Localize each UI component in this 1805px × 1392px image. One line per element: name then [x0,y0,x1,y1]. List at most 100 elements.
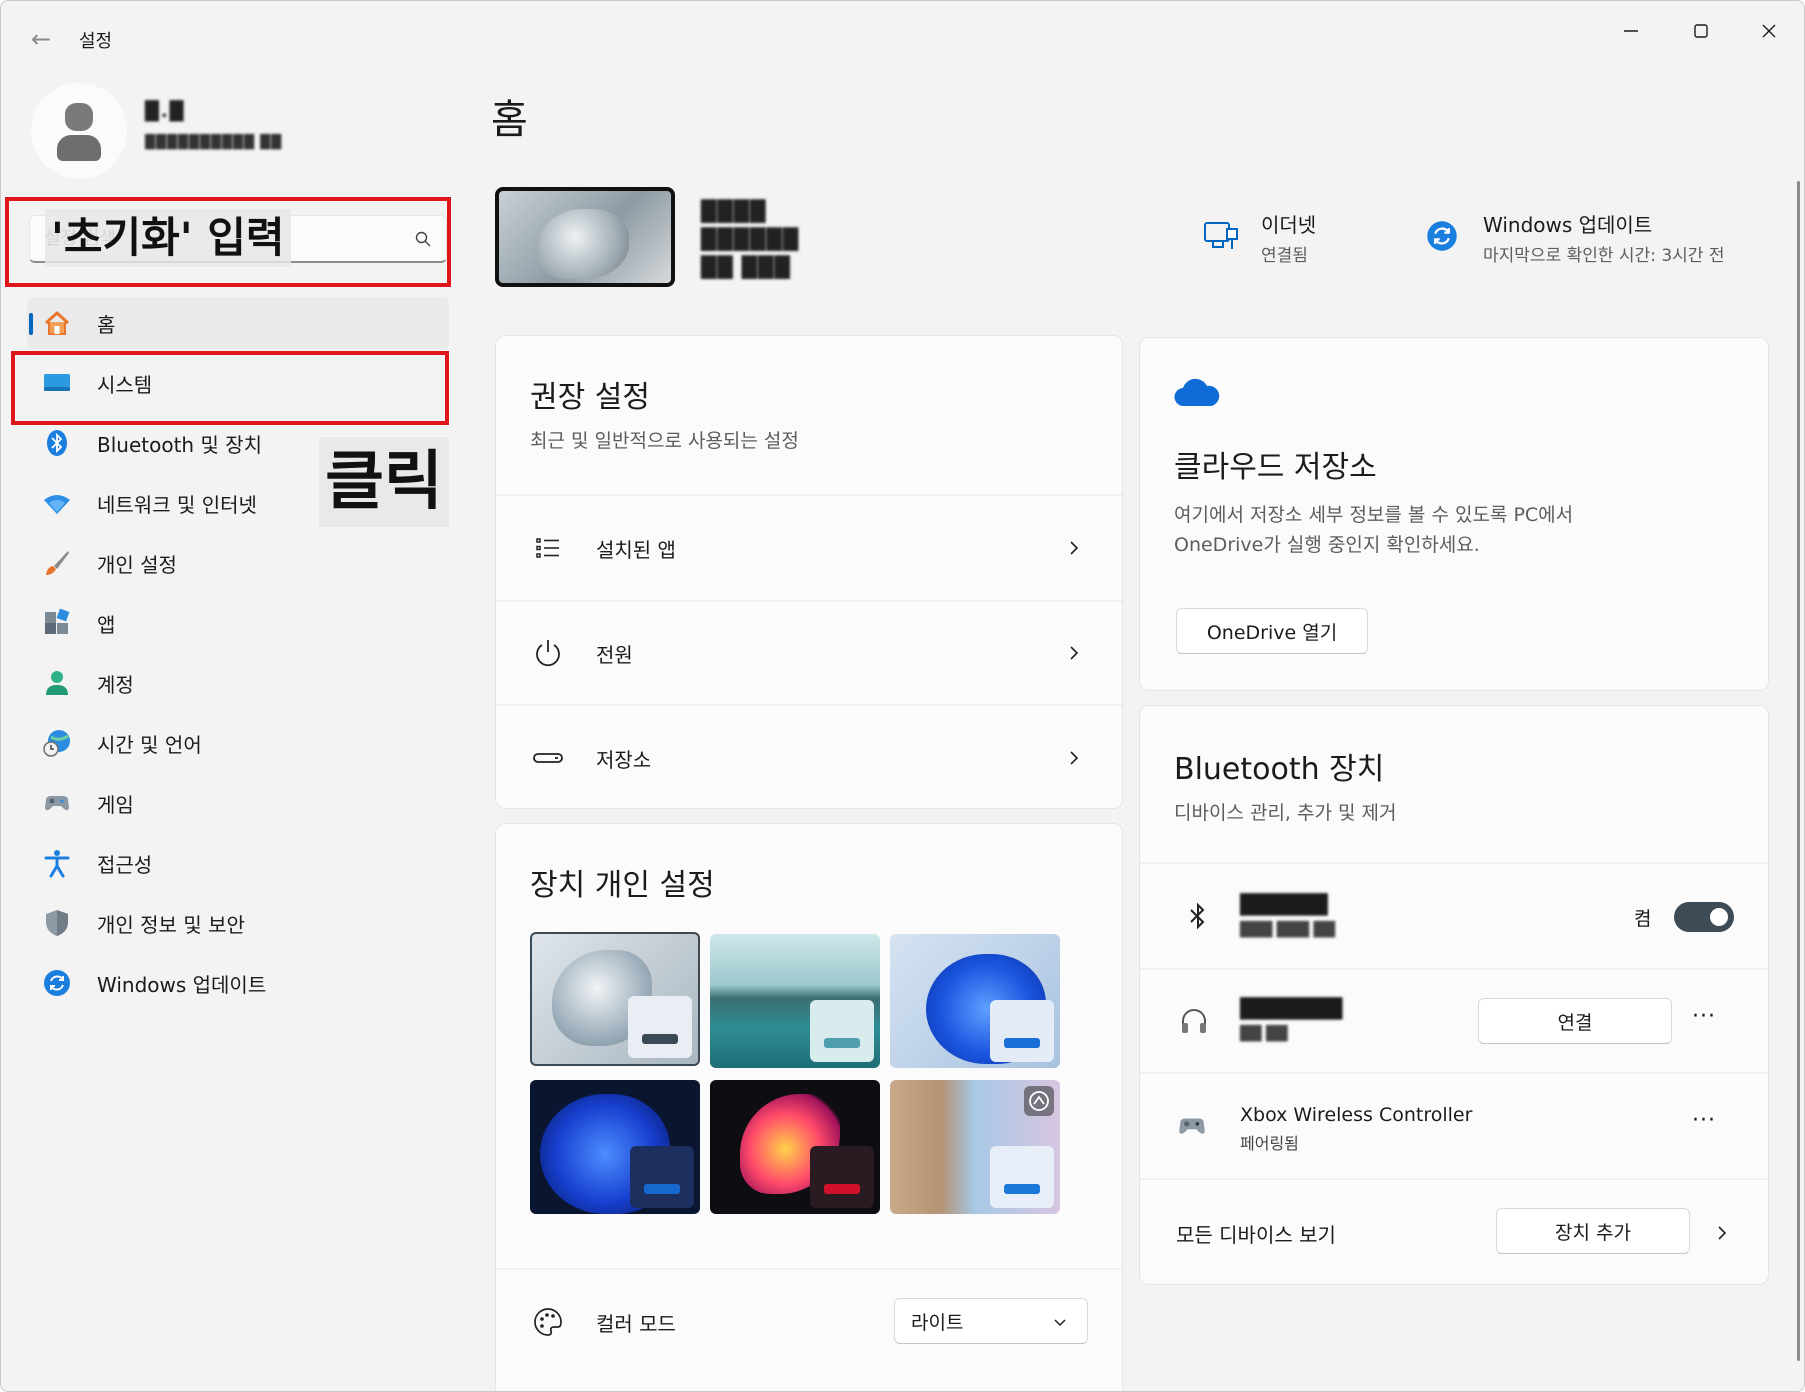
wallpaper-preview-badge [810,1146,874,1208]
profile-name: █.█ [145,101,186,122]
maximize-icon[interactable] [1669,11,1733,51]
device-rename-link[interactable]: ██ ███ [701,253,799,281]
update-icon [41,967,73,999]
bluetooth-devices-card: Bluetooth 장치 디바이스 관리, 추가 및 제거 ██████ ███… [1139,705,1769,1285]
wallpaper-option-glow-light[interactable] [530,932,700,1066]
device-status: ███ ███ ██ [1240,922,1336,938]
open-onedrive-button[interactable]: OneDrive 열기 [1176,608,1368,654]
row-label: 저장소 [596,747,652,772]
bluetooth-icon [1190,902,1205,930]
more-options-icon[interactable]: ··· [1692,1108,1716,1133]
device-status: ██ ██ [1240,1026,1288,1042]
sidebar-item-label: 게임 [97,792,134,817]
sidebar-item-apps[interactable]: 앱 [27,597,449,649]
chevron-right-icon[interactable] [1714,1225,1730,1241]
main-scrollbar[interactable] [1797,181,1800,1361]
annotation-search-note: '초기화' 입력 [45,209,291,267]
accent-bar [1004,1184,1040,1194]
power-icon [536,640,560,667]
ethernet-status: 연결됨 [1261,246,1308,266]
wallpaper-option-spotlight[interactable] [890,1080,1060,1214]
sidebar-item-home[interactable]: 홈 [27,297,449,349]
cloud-storage-card: 클라우드 저장소 여기에서 저장소 세부 정보를 볼 수 있도록 PC에서 On… [1139,337,1769,691]
device-wallpaper-thumbnail[interactable] [495,187,675,287]
chevron-right-icon [1070,541,1079,555]
bluetooth-footer-row[interactable]: 모든 디바이스 보기 장치 추가 [1140,1178,1768,1284]
wallpaper-swirl [539,209,629,279]
back-arrow-icon[interactable]: ← [27,25,55,53]
row-label: 전원 [596,642,633,667]
connect-button[interactable]: 연결 [1478,998,1672,1044]
recommended-row-storage[interactable]: 저장소 [496,704,1122,808]
toggle-knob [1710,908,1728,926]
chevron-down-icon [1054,1319,1066,1327]
accent-bar [824,1184,860,1194]
annotation-click-note: 클릭 [319,437,449,527]
sidebar-item-label: 계정 [97,672,134,697]
device-info: ████ ██████ ██ ███ [701,197,799,281]
ethernet-title[interactable]: 이더넷 [1261,209,1316,238]
sidebar-item-accounts[interactable]: 계정 [27,657,449,709]
wallpaper-option-lake[interactable] [710,934,880,1068]
more-options-icon[interactable]: ··· [1692,1004,1716,1029]
ethernet-icon [1204,222,1238,249]
view-all-devices-label[interactable]: 모든 디바이스 보기 [1176,1219,1336,1248]
sidebar-item-system[interactable]: 시스템 [27,357,449,409]
windows-update-title[interactable]: Windows 업데이트 [1483,209,1652,238]
spotlight-icon [1024,1086,1054,1116]
card-title: Bluetooth 장치 [1174,752,1385,787]
wallpaper-preview-badge [810,1000,874,1062]
sidebar-item-personalization[interactable]: 개인 설정 [27,537,449,589]
shield-icon [41,907,73,939]
sidebar-item-privacy[interactable]: 개인 정보 및 보안 [27,897,449,949]
close-icon[interactable] [1737,11,1801,51]
sidebar-item-accessibility[interactable]: 접근성 [27,837,449,889]
add-device-button[interactable]: 장치 추가 [1496,1208,1690,1254]
minimize-icon[interactable] [1599,11,1663,51]
wallpaper-preview-badge [630,1146,694,1208]
paintbrush-icon [41,547,73,579]
sidebar-item-label: 개인 설정 [97,552,177,577]
wallpaper-option-bloom-light[interactable] [890,934,1060,1068]
recommended-row-installed-apps[interactable]: 설치된 앱 [496,494,1122,600]
chevron-right-icon [1070,751,1079,765]
bluetooth-toggle[interactable] [1674,902,1734,932]
accent-bar [1004,1038,1040,1048]
chevron-right-icon [1070,646,1079,660]
apps-icon [41,607,73,639]
device-personalization-card: 장치 개인 설정 컬러 모드 라이트 [495,823,1123,1391]
device-name: ███████ [1240,998,1343,1020]
row-label: 컬러 모드 [596,1311,676,1336]
wallpaper-preview-badge [628,996,692,1058]
wallpaper-option-bloom-dark[interactable] [530,1080,700,1214]
accent-bar [642,1034,678,1044]
update-icon [1427,221,1457,251]
bluetooth-device-row: ███████ ██ ██ 연결 ··· [1140,968,1768,1072]
bluetooth-icon [41,427,73,459]
profile-email: ██████████ ██ [145,135,283,150]
recommended-row-power[interactable]: 전원 [496,600,1122,704]
time-language-icon [41,727,73,759]
gamepad-icon [1179,1118,1205,1134]
sidebar-item-windows-update[interactable]: Windows 업데이트 [27,957,449,1009]
wallpaper-preview-badge [990,1000,1054,1062]
settings-window: ← 설정 █.█ ██████████ ██ '초기화' 입력 홈 [0,0,1805,1392]
sidebar-item-label: 홈 [97,312,116,337]
device-name: ██████ [1240,894,1328,916]
page-title: 홈 [491,97,528,143]
home-icon [41,307,73,339]
sidebar-item-time-language[interactable]: 시간 및 언어 [27,717,449,769]
sidebar-item-label: 접근성 [97,852,153,877]
color-mode-dropdown[interactable]: 라이트 [894,1298,1088,1344]
search-icon[interactable] [414,230,432,248]
sidebar-nav: 홈 시스템 Bluetooth 및 장치 네트워크 및 인터넷 개인 설정 앱 … [27,297,449,1017]
wallpaper-preview-badge [990,1146,1054,1208]
sidebar-item-gaming[interactable]: 게임 [27,777,449,829]
sidebar-item-label: 앱 [97,612,116,637]
wallpaper-option-flower-dark[interactable] [710,1080,880,1214]
cloud-icon [1174,378,1220,407]
avatar[interactable] [31,83,127,179]
account-icon [41,667,73,699]
device-name: Xbox Wireless Controller [1240,1104,1473,1126]
bluetooth-device-row: Xbox Wireless Controller 페어링됨 ··· [1140,1072,1768,1178]
